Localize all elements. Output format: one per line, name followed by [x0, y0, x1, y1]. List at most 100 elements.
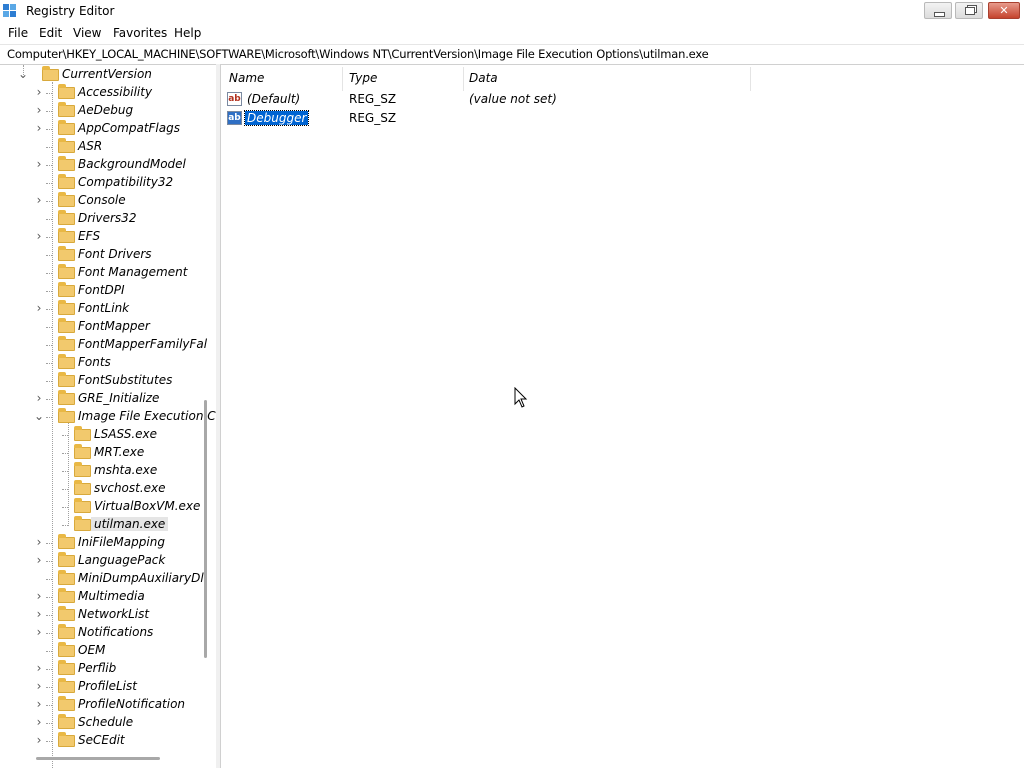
column-header-type[interactable]: Type [349, 71, 377, 85]
tree-item[interactable]: › Perflib [37, 660, 200, 678]
tree-connector [46, 561, 52, 562]
column-header-data[interactable]: Data [469, 71, 498, 85]
tree-item[interactable]: Font Management [46, 264, 200, 282]
tree-item[interactable]: FontMapperFamilyFal [46, 336, 207, 354]
chevron-right-icon[interactable]: › [32, 589, 46, 603]
tree-item[interactable]: › EFS [37, 228, 200, 246]
column-header-name[interactable]: Name [229, 71, 264, 85]
chevron-right-icon[interactable]: › [32, 103, 46, 117]
tree-item[interactable]: Fonts [46, 354, 200, 372]
chevron-right-icon[interactable]: › [32, 679, 46, 693]
tree-item-label: VirtualBoxVM.exe [94, 499, 201, 513]
tree-item-selected[interactable]: utilman.exe [62, 516, 200, 534]
tree-item[interactable]: Font Drivers [46, 246, 200, 264]
tree-item-label: IniFileMapping [78, 535, 165, 549]
folder-icon [58, 408, 75, 423]
tree-item[interactable]: › Schedule [37, 714, 200, 732]
tree-item[interactable]: › BackgroundModel [37, 156, 200, 174]
tree-item[interactable]: › IniFileMapping [37, 534, 200, 552]
value-row-selected[interactable]: ab Debugger REG_SZ [225, 110, 1005, 128]
tree-item[interactable]: ⌄ Image File Execution C [34, 408, 216, 426]
chevron-right-icon[interactable]: › [32, 301, 46, 315]
tree-item[interactable]: LSASS.exe [62, 426, 200, 444]
chevron-right-icon[interactable]: › [32, 553, 46, 567]
folder-icon [58, 336, 75, 351]
value-name[interactable]: Debugger [243, 110, 310, 126]
minimize-button[interactable] [924, 2, 952, 19]
tree-item[interactable]: › Multimedia [37, 588, 200, 606]
folder-icon [58, 354, 75, 369]
tree-item[interactable]: › FontLink [37, 300, 200, 318]
tree-item[interactable]: › Accessibility [37, 84, 200, 102]
tree-connector [46, 417, 52, 418]
column-divider[interactable] [750, 67, 751, 91]
tree-item[interactable]: FontSubstitutes [46, 372, 200, 390]
tree-item[interactable]: Drivers32 [46, 210, 200, 228]
chevron-right-icon[interactable]: › [32, 121, 46, 135]
tree-connector [46, 597, 52, 598]
tree-item[interactable]: MiniDumpAuxiliaryDll [46, 570, 207, 588]
restore-button[interactable] [955, 2, 983, 19]
tree-item[interactable]: ⌄ CurrentVersion [18, 66, 200, 84]
tree-item[interactable]: Compatibility32 [46, 174, 200, 192]
chevron-right-icon[interactable]: › [32, 85, 46, 99]
column-divider[interactable] [342, 67, 343, 91]
tree-item[interactable]: › ProfileList [37, 678, 200, 696]
chevron-right-icon[interactable]: › [32, 715, 46, 729]
address-path[interactable]: Computer\HKEY_LOCAL_MACHINE\SOFTWARE\Mic… [7, 47, 709, 61]
tree-connector [46, 345, 52, 346]
tree-item[interactable]: MRT.exe [62, 444, 200, 462]
value-row[interactable]: ab (Default) REG_SZ (value not set) [225, 91, 1005, 109]
tree-item-label: FontMapper [78, 319, 150, 333]
chevron-right-icon[interactable]: › [32, 607, 46, 621]
chevron-right-icon[interactable]: › [32, 193, 46, 207]
tree-item[interactable]: mshta.exe [62, 462, 200, 480]
tree-item[interactable]: ASR [46, 138, 200, 156]
chevron-down-icon[interactable]: ⌄ [32, 409, 46, 423]
chevron-right-icon[interactable]: › [32, 697, 46, 711]
tree-item[interactable]: › GRE_Initialize [37, 390, 200, 408]
tree-item[interactable]: › AppCompatFlags [37, 120, 200, 138]
value-type: REG_SZ [349, 92, 397, 106]
folder-icon [58, 264, 75, 279]
value-name[interactable]: (Default) [245, 92, 302, 106]
tree-item[interactable]: › Console [37, 192, 200, 210]
chevron-right-icon[interactable]: › [32, 733, 46, 747]
column-divider[interactable] [463, 67, 464, 91]
chevron-right-icon[interactable]: › [32, 157, 46, 171]
chevron-right-icon[interactable]: › [32, 625, 46, 639]
values-list[interactable]: Name Type Data ab (Default) REG_SZ (valu… [220, 64, 1024, 768]
tree-item[interactable]: VirtualBoxVM.exe [62, 498, 201, 516]
tree-item-label: GRE_Initialize [78, 391, 160, 405]
tree-item[interactable]: › Notifications [37, 624, 200, 642]
tree-connector [46, 291, 52, 292]
tree-vertical-scrollbar[interactable] [204, 400, 207, 658]
tree-item[interactable]: › SeCEdit [37, 732, 200, 750]
key-tree[interactable]: ⌄ CurrentVersion › Accessibility › AeDebug › Ap… [0, 64, 216, 769]
folder-icon [58, 174, 75, 189]
tree-connector [62, 525, 68, 526]
tree-item[interactable]: FontDPI [46, 282, 200, 300]
menu-view[interactable]: View [73, 26, 101, 40]
tree-item[interactable]: › ProfileNotification [37, 696, 200, 714]
menu-favorites[interactable]: Favorites [113, 26, 167, 40]
tree-item[interactable]: svchost.exe [62, 480, 200, 498]
tree-item[interactable]: OEM [46, 642, 200, 660]
tree-item[interactable]: › LanguagePack [37, 552, 200, 570]
chevron-down-icon[interactable]: ⌄ [16, 67, 30, 81]
tree-connector [46, 687, 52, 688]
chevron-right-icon[interactable]: › [32, 229, 46, 243]
tree-item-label: SeCEdit [78, 733, 125, 747]
chevron-right-icon[interactable]: › [32, 661, 46, 675]
close-button[interactable] [988, 2, 1020, 19]
address-bar[interactable]: Computer\HKEY_LOCAL_MACHINE\SOFTWARE\Mic… [0, 44, 1024, 64]
menu-file[interactable]: File [8, 26, 28, 40]
menu-help[interactable]: Help [174, 26, 201, 40]
tree-item[interactable]: › NetworkList [37, 606, 200, 624]
tree-item[interactable]: FontMapper [46, 318, 200, 336]
chevron-right-icon[interactable]: › [32, 535, 46, 549]
tree-item[interactable]: › AeDebug [37, 102, 200, 120]
tree-horizontal-scrollbar[interactable] [36, 757, 160, 760]
chevron-right-icon[interactable]: › [32, 391, 46, 405]
menu-edit[interactable]: Edit [39, 26, 62, 40]
